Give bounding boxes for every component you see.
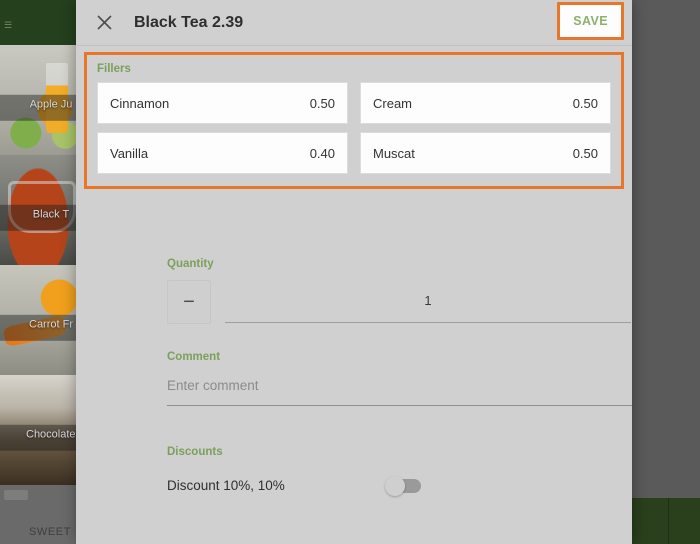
product-list-sidebar: ☰ Apple Ju Black T Carrot Fr Chocolate D… xyxy=(0,0,76,544)
quantity-section-label: Quantity xyxy=(167,258,214,270)
close-icon[interactable] xyxy=(82,1,126,45)
toggle-knob xyxy=(385,475,405,496)
fillers-grid: Cinnamon 0.50 Cream 0.50 Vanilla 0.40 Mu… xyxy=(97,82,611,174)
comment-section-label: Comment xyxy=(167,351,221,363)
dialog-header: Black Tea 2.39 SAVE xyxy=(76,0,632,46)
fillers-section-label: Fillers xyxy=(97,63,131,75)
filler-name: Cinnamon xyxy=(110,95,170,111)
list-item[interactable]: Carrot Fr xyxy=(0,265,76,375)
product-edit-dialog: Black Tea 2.39 SAVE Fillers Cinnamon 0.5… xyxy=(76,0,632,544)
product-label: Black T xyxy=(32,208,70,221)
list-item[interactable]: Chocolate Desse xyxy=(0,375,76,485)
dialog-body: Fillers Cinnamon 0.50 Cream 0.50 Vanilla… xyxy=(76,46,632,544)
quantity-decrement-button[interactable]: − xyxy=(167,280,211,324)
filler-price: 0.50 xyxy=(572,95,598,111)
list-item[interactable]: Black T xyxy=(0,155,76,265)
filler-option-muscat[interactable]: Muscat 0.50 xyxy=(360,132,611,174)
filler-price: 0.40 xyxy=(309,145,335,161)
filler-option-vanilla[interactable]: Vanilla 0.40 xyxy=(97,132,348,174)
app-top-bar: ☰ xyxy=(0,0,76,45)
discount-label: Discount 10%, 10% xyxy=(167,478,285,493)
discount-toggle[interactable] xyxy=(385,475,421,496)
fillers-section: Fillers Cinnamon 0.50 Cream 0.50 Vanilla… xyxy=(84,52,624,189)
filler-option-cream[interactable]: Cream 0.50 xyxy=(360,82,611,124)
quantity-stepper: − 1 + xyxy=(167,280,632,324)
discount-row: Discount 10%, 10% xyxy=(167,475,632,496)
discounts-section-label: Discounts xyxy=(167,446,223,458)
save-button-highlight: SAVE xyxy=(557,2,624,40)
discounts-section: Discounts Discount 10%, 10% xyxy=(167,446,632,496)
category-label: SWEET xyxy=(28,526,72,538)
filler-option-cinnamon[interactable]: Cinnamon 0.50 xyxy=(97,82,348,124)
filler-price: 0.50 xyxy=(309,95,335,111)
save-button[interactable]: SAVE xyxy=(563,8,618,34)
quantity-section: Quantity − 1 + xyxy=(167,258,632,324)
quantity-value[interactable]: 1 xyxy=(225,281,631,323)
list-item[interactable]: Apple Ju xyxy=(0,45,76,155)
category-footer[interactable]: SWEET xyxy=(0,486,76,544)
filler-name: Vanilla xyxy=(110,145,149,161)
filler-price: 0.50 xyxy=(572,145,598,161)
menu-icon: ☰ xyxy=(4,20,13,30)
filler-name: Cream xyxy=(373,95,413,111)
category-chip xyxy=(4,490,28,500)
page-title: Black Tea 2.39 xyxy=(134,13,244,31)
product-label: Carrot Fr xyxy=(29,318,73,331)
product-label: Apple Ju xyxy=(29,98,73,111)
filler-name: Muscat xyxy=(373,145,415,161)
comment-section: Comment xyxy=(167,351,632,406)
bottom-action-bar[interactable] xyxy=(632,498,700,544)
product-label: Chocolate Desse xyxy=(26,428,76,441)
comment-input[interactable] xyxy=(167,378,632,406)
